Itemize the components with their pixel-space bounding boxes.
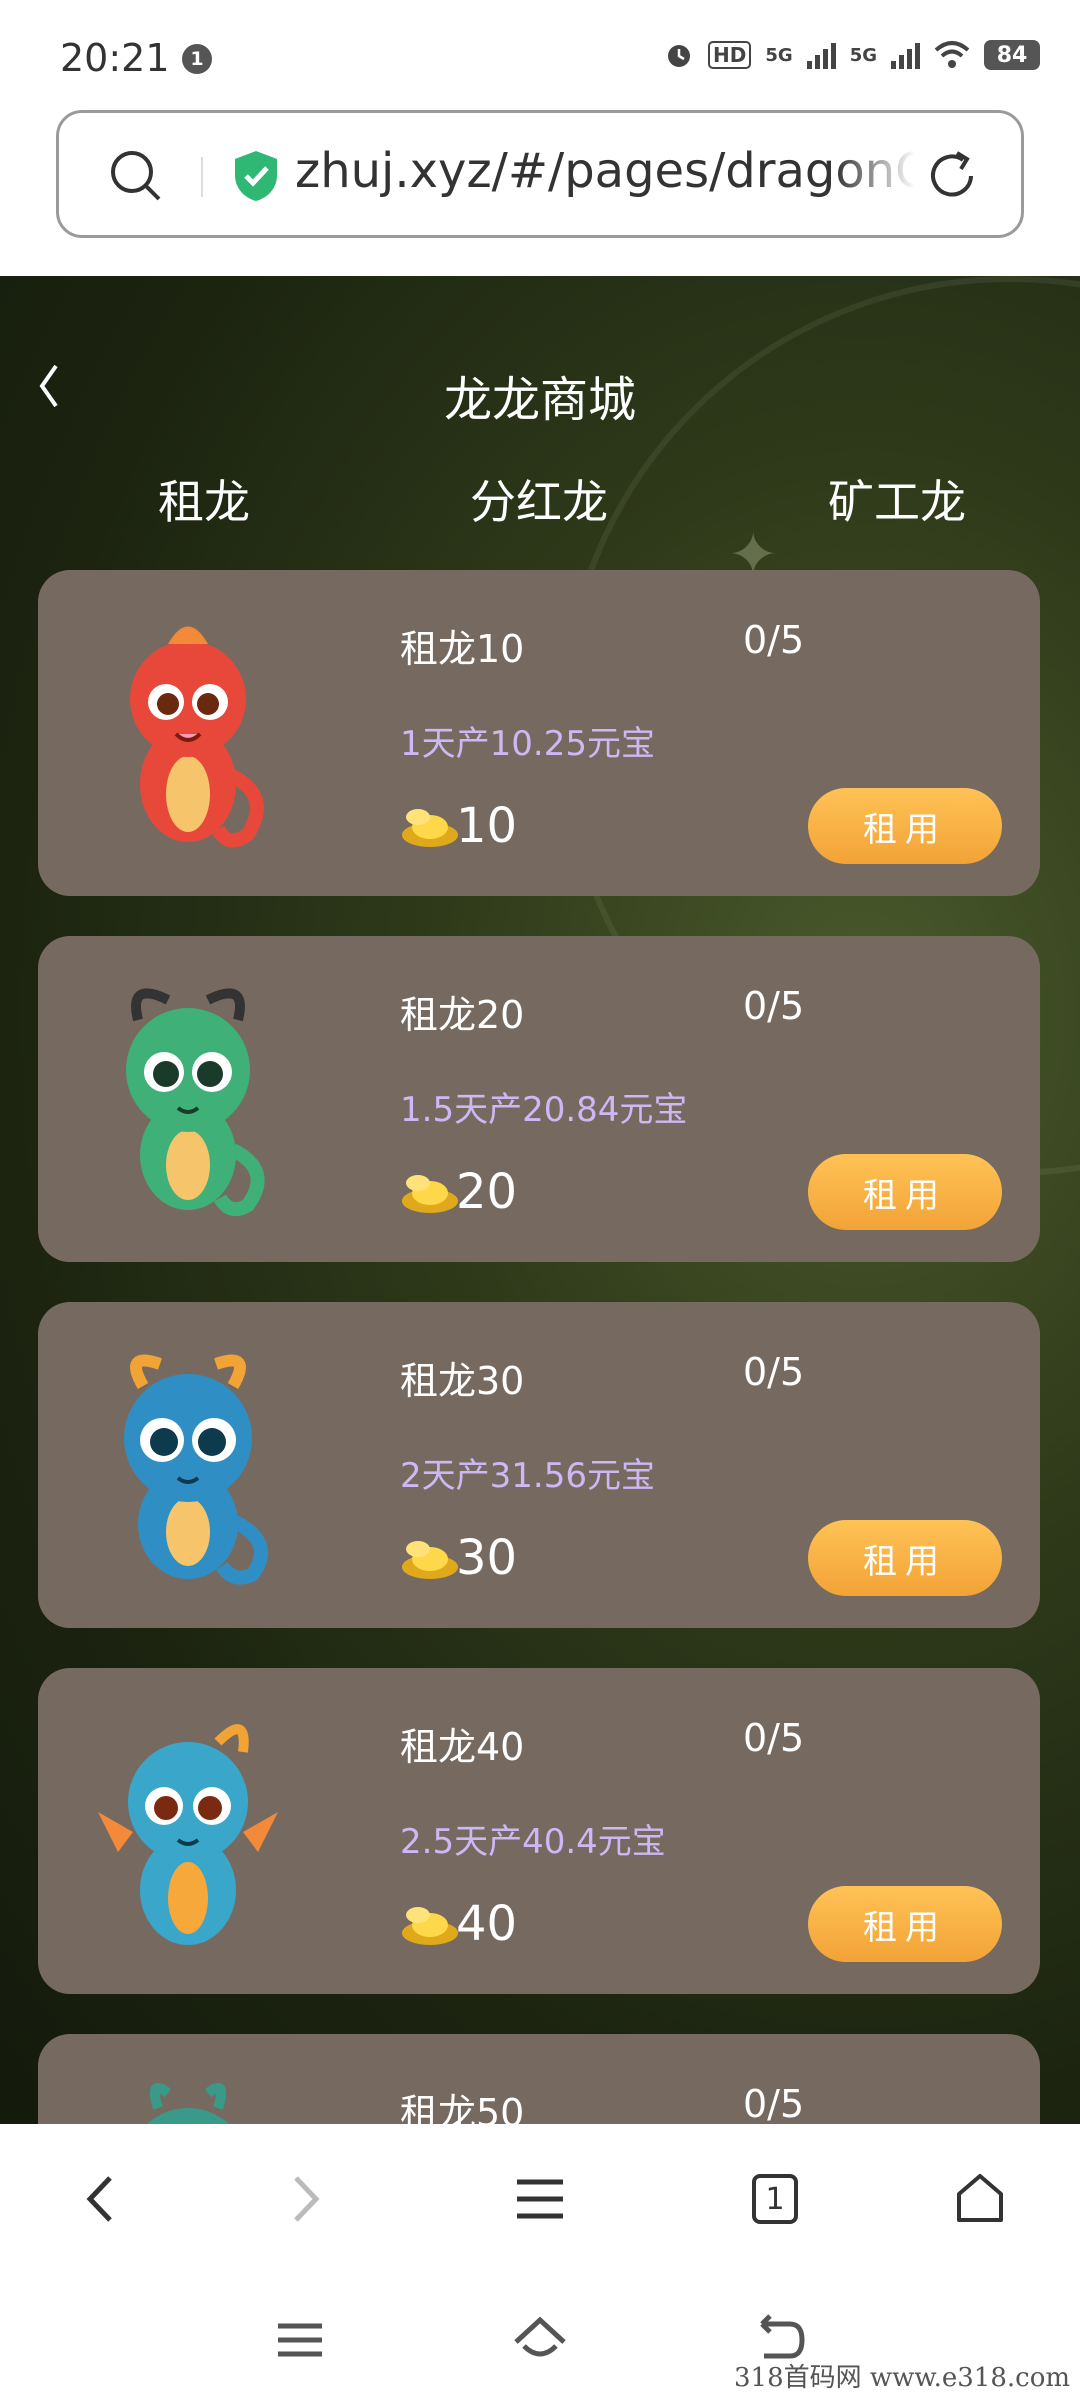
watermark: 318首码网 www.e318.com	[734, 2363, 1070, 2393]
shield-check-icon	[235, 151, 277, 201]
gold-ingot-icon	[402, 1541, 458, 1579]
dragon-card: 租龙10 0/5 1天产10.25元宝 10 租用	[38, 570, 1040, 896]
gold-ingot-icon	[402, 1175, 458, 1213]
dragon-stock: 0/5	[743, 2082, 805, 2124]
signal-icon-2	[891, 41, 920, 69]
page-title: 龙龙商城	[443, 372, 636, 428]
dragon-price: 20	[400, 1164, 517, 1220]
address-bar[interactable]: zhuj.xyz/#/pages/dragonCe	[56, 110, 1024, 238]
price-value: 10	[456, 798, 518, 854]
reload-icon[interactable]	[923, 147, 981, 205]
rent-button[interactable]: 租用	[808, 1520, 1002, 1596]
browser-toolbar: 1	[0, 2124, 1080, 2274]
tabs-button[interactable]: 1	[740, 2164, 810, 2234]
signal-icon-1	[806, 41, 836, 69]
battery-icon: 84	[984, 40, 1040, 70]
network-type-1: 5G	[765, 44, 793, 66]
wifi-icon	[934, 41, 970, 68]
rent-button[interactable]: 租用	[808, 1886, 1002, 1962]
dragon-stock: 0/5	[743, 984, 805, 1028]
hd-icon: HD	[708, 41, 752, 69]
price-value: 20	[456, 1164, 518, 1220]
recent-apps-icon[interactable]	[270, 2310, 330, 2370]
dragon-card: 租龙30 0/5 2天产31.56元宝 30 租用	[38, 1302, 1040, 1628]
dragon-card: 租龙50 0/5	[38, 2034, 1040, 2124]
gold-ingot-icon	[402, 809, 458, 847]
status-bar: 20:21 1 HD 5G 5G 84	[0, 0, 1080, 100]
rent-button[interactable]: 租用	[808, 1154, 1002, 1230]
dragon-yield: 1.5天产20.84元宝	[400, 1090, 688, 1130]
system-nav-bar: 318首码网 www.e318.com	[0, 2274, 1080, 2400]
green-dragon-icon	[126, 988, 265, 1217]
app-content: ✦ 龙龙商城 租龙 分红龙 矿工龙 租龙10 0/5 1天产10.25元宝 10…	[0, 276, 1080, 2124]
dragon-name: 租龙30	[400, 1359, 525, 1403]
tab-label: 矿工龙	[828, 475, 966, 529]
url-text[interactable]: zhuj.xyz/#/pages/dragonCe	[295, 143, 915, 199]
dragon-list: 租龙10 0/5 1天产10.25元宝 10 租用 租龙20 0/5 1.5天产…	[38, 570, 1040, 2124]
network-type-2: 5G	[849, 44, 877, 66]
alarm-icon	[668, 45, 691, 67]
price-value: 30	[456, 1530, 518, 1586]
dragon-price: 10	[400, 798, 517, 854]
header: 龙龙商城	[0, 276, 1080, 456]
dragon-yield: 1天产10.25元宝	[400, 724, 655, 764]
blue-dragon-icon	[124, 1354, 268, 1585]
dragon-card: 租龙40 0/5 2.5天产40.4元宝 40 租用	[38, 1668, 1040, 1994]
tab-label: 租龙	[158, 475, 250, 529]
dragon-stock: 0/5	[743, 618, 805, 662]
tab-label: 分红龙	[470, 475, 608, 529]
dragon-icon	[147, 2083, 229, 2124]
status-time: 20:21	[60, 36, 170, 80]
dragon-name: 租龙10	[400, 627, 525, 671]
status-icons: HD 5G 5G 84	[664, 40, 1040, 70]
dragon-stock: 0/5	[743, 1716, 805, 1760]
notification-badge: 1	[182, 44, 212, 74]
price-value: 40	[456, 1896, 518, 1952]
forward-icon[interactable]	[268, 2164, 338, 2234]
dragon-stock: 0/5	[743, 1350, 805, 1394]
tab-miner-dragon[interactable]: 矿工龙	[828, 466, 966, 532]
red-dragon-icon	[130, 626, 264, 848]
dragon-name: 租龙50	[400, 2091, 525, 2124]
tab-rent-dragon[interactable]: 租龙	[144, 466, 250, 532]
address-divider	[201, 157, 203, 197]
tab-bar: 租龙 分红龙 矿工龙	[0, 466, 1080, 546]
tab-count: 1	[765, 2181, 785, 2217]
home-icon[interactable]	[945, 2164, 1015, 2234]
teal-dragon-icon	[98, 1724, 278, 1945]
dragon-name: 租龙20	[400, 993, 525, 1037]
back-icon[interactable]	[68, 2164, 138, 2234]
dragon-price: 40	[400, 1896, 517, 1952]
dragon-price: 30	[400, 1530, 517, 1586]
menu-icon[interactable]	[505, 2164, 575, 2234]
rent-button[interactable]: 租用	[808, 788, 1002, 864]
tab-dividend-dragon[interactable]: 分红龙	[470, 466, 608, 532]
system-home-icon[interactable]	[510, 2310, 570, 2370]
dragon-card: 租龙20 0/5 1.5天产20.84元宝 20 租用	[38, 936, 1040, 1262]
dragon-yield: 2.5天产40.4元宝	[400, 1822, 666, 1862]
search-icon[interactable]	[107, 147, 165, 205]
dragon-yield: 2天产31.56元宝	[400, 1456, 655, 1496]
dragon-name: 租龙40	[400, 1725, 525, 1769]
gold-ingot-icon	[402, 1907, 458, 1945]
